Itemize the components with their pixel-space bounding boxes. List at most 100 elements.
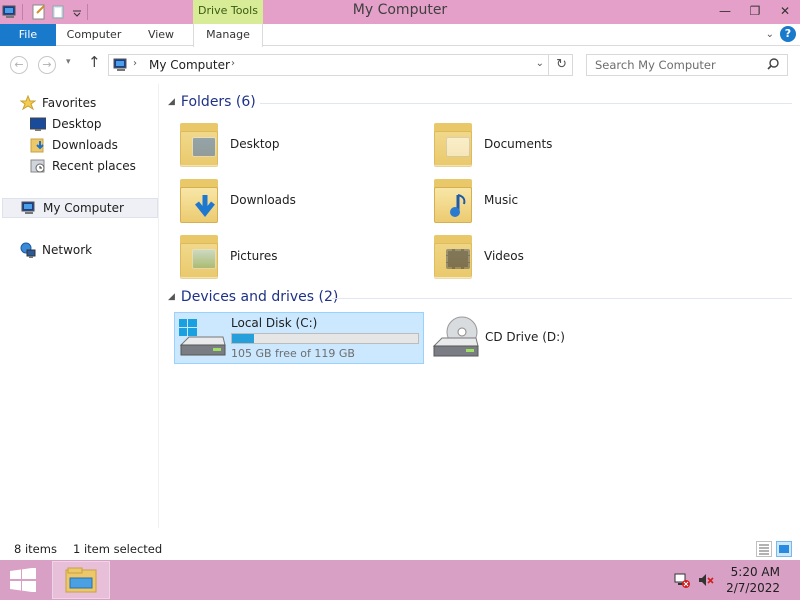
content-pane: ◢ Folders (6) Desktop Documents Download…	[160, 84, 800, 528]
large-icons-view-icon[interactable]	[776, 541, 792, 557]
chevron-down-icon[interactable]: ⌄	[766, 29, 774, 40]
nav-my-computer-label: My Computer	[43, 201, 124, 215]
search-input[interactable]	[587, 55, 757, 75]
tab-view[interactable]: View	[136, 24, 186, 46]
maximize-button[interactable]: ❐	[740, 0, 770, 22]
downloads-folder-icon	[178, 177, 220, 223]
group-header-folders[interactable]: ◢ Folders (6)	[168, 92, 256, 112]
collapse-chevron-icon[interactable]: ◢	[168, 292, 175, 302]
folder-item[interactable]: Documents	[432, 118, 552, 170]
title-bar: Drive Tools My Computer — ❐ ✕	[0, 0, 800, 24]
status-bar: 8 items 1 item selected	[0, 538, 800, 560]
nav-recent-places[interactable]: Recent places	[30, 156, 136, 176]
minimize-button[interactable]: —	[710, 0, 740, 22]
window-controls: — ❐ ✕	[710, 0, 800, 22]
search-icon[interactable]	[767, 58, 779, 73]
refresh-icon[interactable]: ↻	[556, 57, 567, 72]
drive-label: Local Disk (C:)	[231, 316, 318, 330]
drive-cd[interactable]: CD Drive (D:)	[428, 312, 628, 364]
cd-drive-icon	[432, 316, 480, 360]
nav-favorites-label: Favorites	[42, 96, 97, 110]
pane-divider	[158, 84, 159, 528]
folder-label: Pictures	[230, 249, 278, 263]
ribbon-controls: ⌄ ?	[766, 26, 796, 42]
nav-downloads-label: Downloads	[52, 138, 118, 152]
tab-manage[interactable]: Manage	[193, 24, 263, 47]
volume-muted-icon[interactable]	[698, 572, 714, 588]
drive-label: CD Drive (D:)	[485, 330, 565, 344]
collapse-chevron-icon[interactable]: ◢	[168, 97, 175, 107]
customize-dropdown-icon[interactable]	[71, 4, 83, 20]
view-buttons	[756, 541, 792, 557]
details-view-icon[interactable]	[756, 541, 772, 557]
breadcrumb-separator-icon[interactable]: ›	[231, 58, 235, 69]
folder-item[interactable]: Videos	[432, 230, 524, 282]
folder-item[interactable]: Downloads	[178, 174, 296, 226]
videos-folder-icon	[432, 233, 474, 279]
nav-my-computer[interactable]: My Computer	[2, 198, 158, 218]
toolbar-separator	[87, 4, 88, 20]
item-count: 8 items	[14, 542, 57, 556]
drive-local-disk[interactable]: Local Disk (C:) 105 GB free of 119 GB	[174, 312, 424, 364]
folders-header-label: Folders (6)	[180, 94, 256, 110]
tab-computer[interactable]: Computer	[62, 24, 126, 46]
desktop-icon	[29, 116, 47, 132]
group-divider	[332, 298, 792, 299]
forward-button[interactable]: →	[38, 56, 56, 74]
group-divider	[260, 103, 792, 104]
nav-favorites[interactable]: Favorites	[19, 93, 97, 113]
recent-places-icon	[30, 158, 46, 174]
window-title: My Computer	[352, 2, 448, 18]
breadcrumb-separator-icon[interactable]: ›	[133, 58, 137, 69]
breadcrumb[interactable]: My Computer	[149, 58, 230, 72]
downloads-icon	[30, 137, 46, 153]
start-button[interactable]	[8, 567, 38, 593]
pictures-folder-icon	[178, 233, 220, 279]
toolbar-separator	[22, 4, 23, 20]
computer-icon[interactable]	[2, 4, 18, 20]
network-status-icon[interactable]	[674, 572, 690, 588]
nav-network-label: Network	[42, 243, 93, 257]
nav-downloads[interactable]: Downloads	[30, 135, 118, 155]
ribbon: File Computer View Manage ⌄ ?	[0, 24, 800, 47]
recent-locations-icon[interactable]: ▾	[66, 57, 71, 67]
documents-folder-icon	[432, 121, 474, 167]
properties-icon[interactable]	[31, 4, 47, 20]
drive-usage-bar	[231, 333, 419, 344]
navigation-pane: Favorites Desktop Downloads Recent place…	[0, 84, 158, 528]
clock-time: 5:20 AM	[730, 565, 780, 579]
selection-count: 1 item selected	[73, 542, 163, 556]
tab-file[interactable]: File	[0, 24, 56, 46]
address-bar[interactable]: › My Computer › ⌄ ↻	[108, 54, 573, 76]
folder-item[interactable]: Music	[432, 174, 518, 226]
folder-label: Videos	[484, 249, 524, 263]
folder-label: Documents	[484, 137, 553, 151]
drive-free-space: 105 GB free of 119 GB	[231, 347, 355, 360]
network-icon	[20, 242, 36, 258]
quick-access-toolbar	[0, 2, 92, 22]
computer-icon	[113, 57, 129, 76]
group-header-devices[interactable]: ◢ Devices and drives (2)	[168, 287, 338, 307]
close-button[interactable]: ✕	[770, 0, 800, 22]
taskbar: 5:20 AM 2/7/2022	[0, 560, 800, 600]
up-arrow-icon[interactable]: ↑	[88, 53, 101, 71]
address-dropdown-icon[interactable]: ⌄	[536, 58, 544, 69]
folder-item[interactable]: Pictures	[178, 230, 278, 282]
nav-recent-places-label: Recent places	[52, 159, 136, 173]
address-divider	[548, 55, 549, 75]
taskbar-file-explorer[interactable]	[52, 561, 110, 599]
devices-header-label: Devices and drives (2)	[180, 289, 339, 305]
folder-item[interactable]: Desktop	[178, 118, 280, 170]
address-row: ← → ▾ ↑ › My Computer › ⌄ ↻	[0, 48, 800, 82]
help-icon[interactable]: ?	[780, 26, 796, 42]
drive-tools-tab-group: Drive Tools	[193, 0, 263, 24]
folder-label: Desktop	[230, 137, 280, 151]
new-folder-icon[interactable]	[51, 4, 67, 20]
system-clock[interactable]: 5:20 AM 2/7/2022	[726, 564, 780, 596]
computer-icon	[21, 200, 37, 216]
nav-network[interactable]: Network	[20, 240, 92, 260]
folder-label: Downloads	[230, 193, 296, 207]
file-explorer-icon	[65, 567, 97, 593]
nav-desktop[interactable]: Desktop	[29, 114, 102, 134]
back-button[interactable]: ←	[10, 56, 28, 74]
